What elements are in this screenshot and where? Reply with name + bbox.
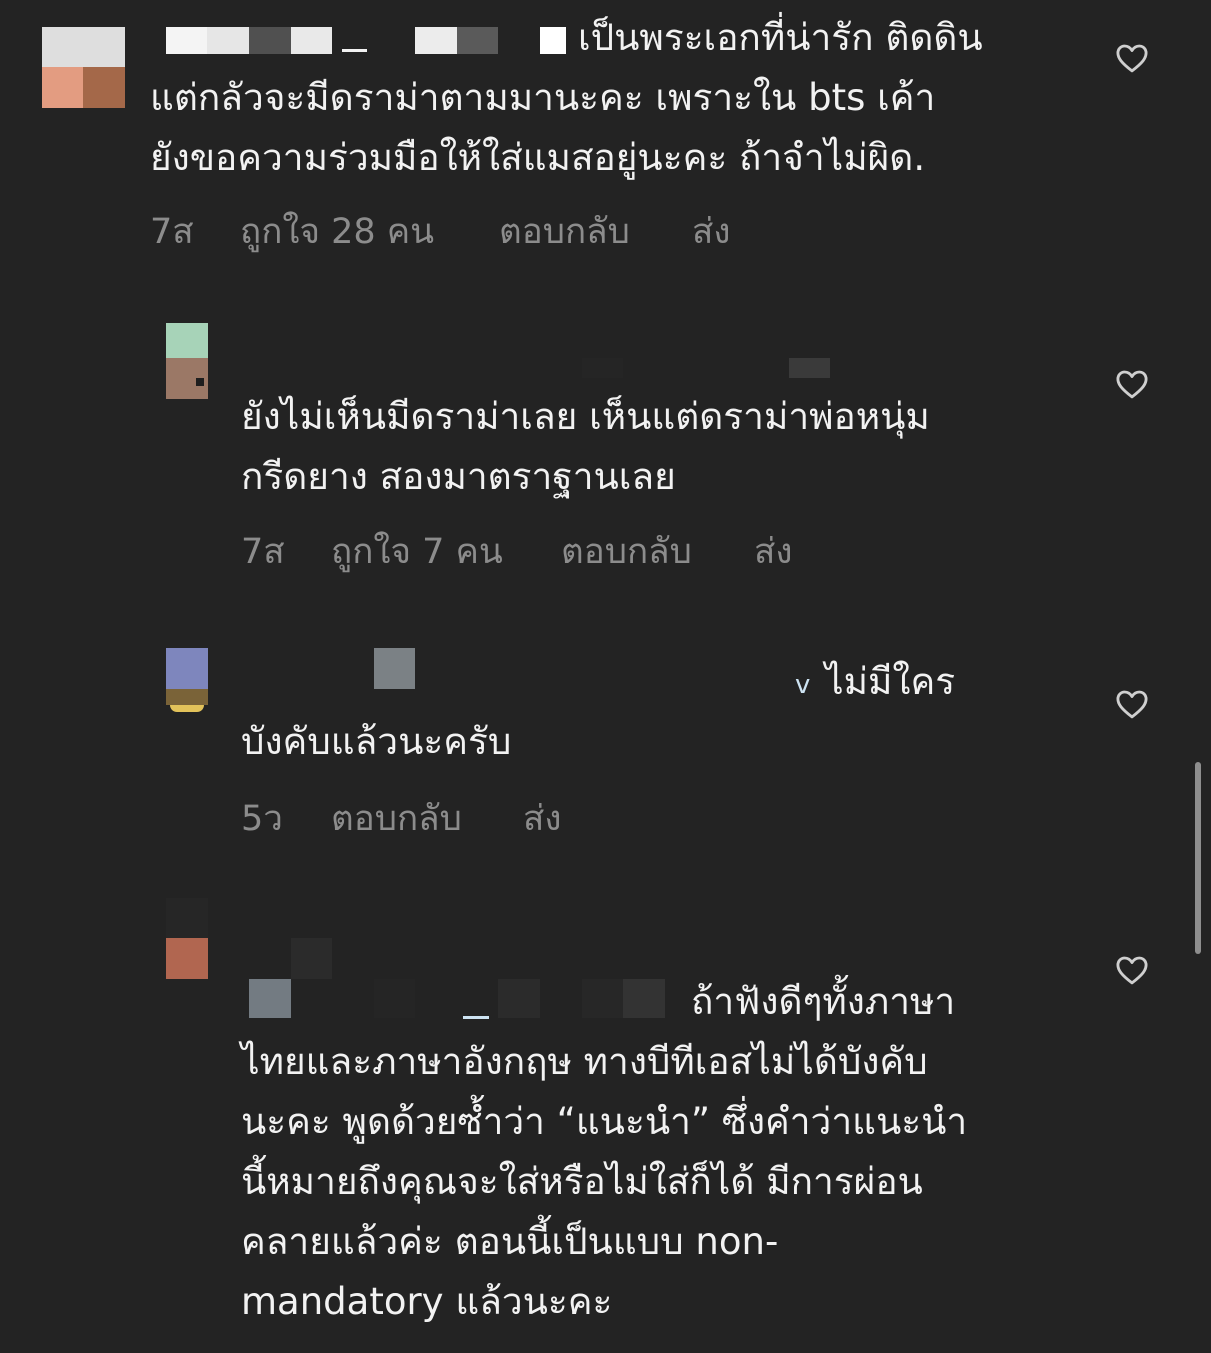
comment-text: เป็นพระเอกที่น่ารัก ติดดิน แต่กลัวจะมีดร…	[150, 8, 983, 188]
comment-line: คลายแล้วค่ะ ตอนนี้เป็นแบบ non-	[241, 1220, 779, 1263]
comment-line: ยังไม่เห็นมีดราม่าเลย เห็นแต่ดราม่าพ่อหน…	[241, 395, 930, 438]
comment-thread: เป็นพระเอกที่น่ารัก ติดดิน แต่กลัวจะมีดร…	[0, 0, 1211, 1353]
comment-line: นะคะ พูดด้วยซ้ำว่า “แนะนำ” ซึ่งคำว่าแนะน…	[241, 1100, 968, 1143]
comment-line: เป็นพระเอกที่น่ารัก ติดดิน	[578, 16, 983, 59]
comment-text: ถ้าฟังดีๆทั้งภาษา ไทยและภาษาอังกฤษ ทางบี…	[241, 972, 967, 1332]
comment-text: ไม่มีใคร บังคับแล้วนะครับ	[241, 652, 955, 772]
send-button[interactable]: ส่ง	[692, 204, 730, 259]
heart-outline-icon	[1116, 956, 1148, 985]
comment-line: บังคับแล้วนะครับ	[241, 720, 512, 763]
like-button[interactable]	[1114, 366, 1150, 402]
comment-line: ไทยและภาษาอังกฤษ ทางบีทีเอสไม่ได้บังคับ	[241, 1040, 928, 1083]
comment-line: กรีดยาง สองมาตราฐานเลย	[241, 455, 676, 498]
send-button[interactable]: ส่ง	[523, 791, 561, 846]
likes-count[interactable]: ถูกใจ 28 คน	[240, 204, 434, 259]
like-button[interactable]	[1114, 952, 1150, 988]
heart-outline-icon	[1116, 370, 1148, 399]
timestamp: 7ส	[241, 532, 285, 572]
comment-line: ไม่มีใคร	[825, 660, 956, 703]
like-button[interactable]	[1114, 686, 1150, 722]
timestamp: 7ส	[150, 212, 194, 252]
timestamp: 5ว	[241, 799, 283, 839]
reply-button[interactable]: ตอบกลับ	[499, 204, 630, 259]
comment-text: ยังไม่เห็นมีดราม่าเลย เห็นแต่ดราม่าพ่อหน…	[241, 387, 930, 507]
send-button[interactable]: ส่ง	[754, 524, 792, 579]
reply-button[interactable]: ตอบกลับ	[331, 791, 462, 846]
comment-line: ถ้าฟังดีๆทั้งภาษา	[691, 980, 956, 1023]
comment-line: แต่กลัวจะมีดราม่าตามมานะคะ เพราะใน bts เ…	[150, 76, 936, 119]
heart-outline-icon	[1116, 690, 1148, 719]
heart-outline-icon	[1116, 44, 1148, 73]
comment-line: นี้หมายถึงคุณจะใส่หรือไม่ใส่ก็ได้ มีการผ…	[241, 1160, 923, 1203]
likes-count[interactable]: ถูกใจ 7 คน	[331, 524, 503, 579]
scrollbar-thumb[interactable]	[1195, 762, 1201, 954]
comment-line: mandatory แล้วนะคะ	[241, 1280, 613, 1323]
reply-button[interactable]: ตอบกลับ	[561, 524, 692, 579]
like-button[interactable]	[1114, 40, 1150, 76]
comment-line: ยังขอความร่วมมือให้ใส่แมสอยู่นะคะ ถ้าจำไ…	[150, 136, 926, 179]
